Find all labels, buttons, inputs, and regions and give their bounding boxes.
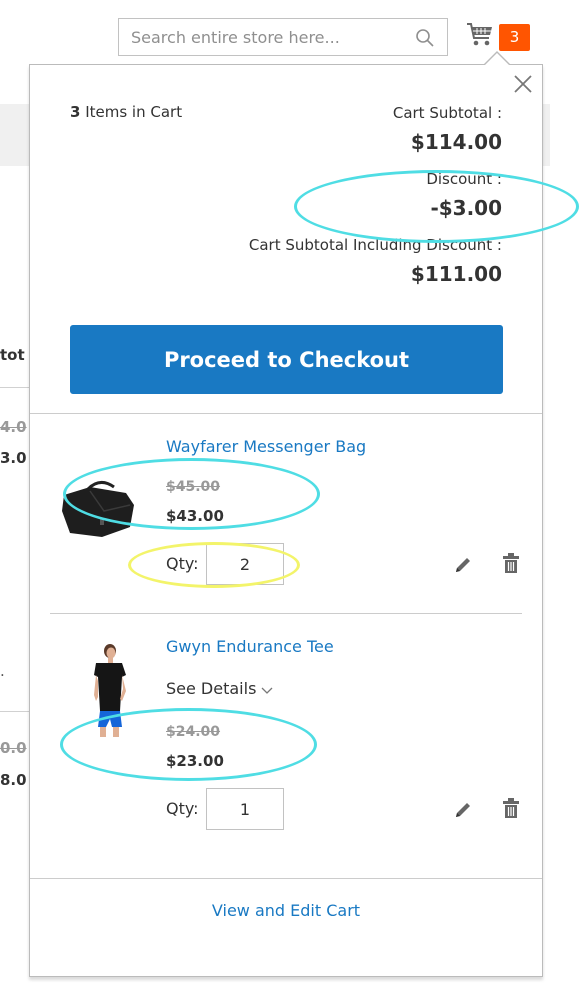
subtotal-label: Cart Subtotal :: [392, 104, 502, 122]
items-count-number: 3: [70, 103, 81, 121]
product-old-price: $45.00: [166, 479, 221, 495]
cart-count-badge[interactable]: 3: [499, 24, 530, 51]
discount-value: -$3.00: [430, 196, 502, 220]
product-name-link[interactable]: Wayfarer Messenger Bag: [166, 437, 366, 456]
see-details-label: See Details: [166, 679, 257, 698]
search-icon[interactable]: [415, 28, 435, 48]
trash-icon[interactable]: [500, 797, 522, 819]
edit-icon[interactable]: [452, 799, 474, 821]
background-divider: [0, 387, 30, 388]
background-price: 8.0: [0, 771, 27, 789]
cart-icon[interactable]: [465, 22, 495, 48]
minicart-dropdown: 3 Items in Cart Cart Subtotal : $114.00 …: [29, 51, 543, 977]
dropdown-caret-fill: [485, 53, 509, 65]
product-name-link[interactable]: Gwyn Endurance Tee: [166, 637, 334, 656]
proceed-to-checkout-button[interactable]: Proceed to Checkout: [70, 325, 503, 394]
qty-input[interactable]: [206, 788, 284, 830]
search-box: [118, 18, 448, 56]
subtotal-incl-discount-label: Cart Subtotal Including Discount :: [248, 236, 502, 254]
divider: [50, 613, 522, 614]
background-price: 3.0: [0, 449, 27, 467]
items-count-label: Items in Cart: [80, 103, 183, 121]
search-input[interactable]: [119, 27, 399, 47]
trash-icon[interactable]: [500, 552, 522, 574]
qty-label: Qty:: [166, 554, 199, 573]
discount-label: Discount :: [426, 170, 502, 188]
background-old-price: 4.0: [0, 418, 27, 436]
cart-totals: Cart Subtotal : $114.00 Discount : -$3.0…: [249, 103, 502, 301]
subtotal-incl-discount-value: $111.00: [410, 262, 502, 286]
product-old-price: $24.00: [166, 724, 221, 740]
background-old-price: 0.0: [0, 739, 27, 757]
background-dot: .: [0, 662, 5, 680]
product-price: $43.00: [166, 507, 224, 525]
background-divider: [0, 711, 30, 712]
product-image-messenger-bag[interactable]: [60, 447, 140, 547]
divider: [30, 413, 542, 414]
items-count: 3 Items in Cart: [70, 103, 182, 121]
see-details-toggle[interactable]: See Details: [166, 679, 274, 698]
edit-icon[interactable]: [452, 554, 474, 576]
close-icon[interactable]: [512, 73, 534, 95]
product-image-endurance-tee[interactable]: [60, 641, 140, 741]
background-column-header: tot: [0, 346, 25, 364]
divider: [30, 878, 542, 879]
product-price: $23.00: [166, 752, 224, 770]
qty-label: Qty:: [166, 799, 199, 818]
chevron-down-icon: [261, 687, 273, 694]
view-and-edit-cart-link[interactable]: View and Edit Cart: [30, 901, 542, 920]
qty-input[interactable]: [206, 543, 284, 585]
subtotal-value: $114.00: [410, 130, 502, 154]
